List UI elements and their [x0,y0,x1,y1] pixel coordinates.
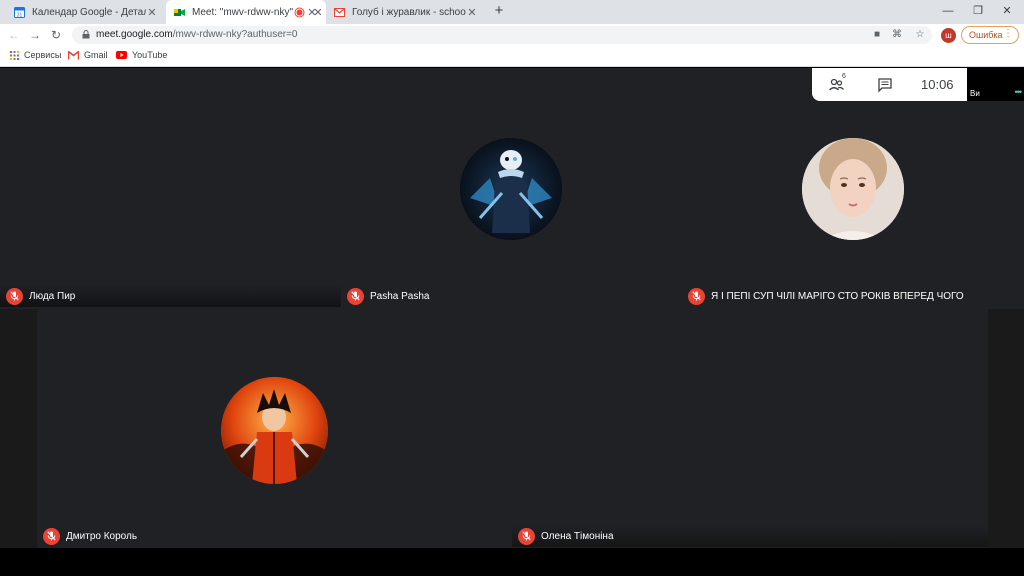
minimize-button[interactable]: — [931,0,965,24]
new-tab-button[interactable]: + [490,2,508,20]
participant-label: Я І ПЕПІ СУП ЧІЛІ МАРІГО СТО РОКІВ ВПЕРЕ… [682,285,1024,307]
tab-gmail[interactable]: Голуб і журавлик - schoolnextw ✕ [326,0,486,24]
close-tab-icon[interactable]: ✕ [312,6,324,19]
participant-label: Дмитро Король [37,525,512,547]
youtube-icon [116,51,127,59]
url-path: /mwv-rdww-nky?authuser=0 [172,29,298,40]
participant-name: Дмитро Король [66,530,138,542]
participant-label: Люда Пир [0,285,341,307]
gmail-icon [68,50,79,59]
close-tab-icon[interactable]: ✕ [466,6,478,19]
tab-title: Календар Google - Деталі події [32,6,146,18]
svg-text:31: 31 [17,12,23,18]
participant-label: Олена Тімоніна [512,525,988,547]
avatar [802,138,904,240]
profile-avatar[interactable]: ш [941,28,956,43]
audio-activity-icon: ••• [1014,87,1023,97]
self-view-tile[interactable]: Ви ••• [967,68,1024,101]
browser-tabstrip: 31 Календар Google - Деталі події ✕ Meet… [0,0,1024,24]
bookmark-services[interactable]: Сервисы [10,50,61,60]
participant-tile[interactable]: Дмитро Король [37,309,512,548]
back-button[interactable]: ← [5,27,23,43]
error-button[interactable]: Ошибка ⋮ [961,26,1019,44]
participant-count-badge: 6 [842,73,846,80]
tab-title: Голуб і журавлик - schoolnextw [352,6,466,18]
participant-name: Я І ПЕПІ СУП ЧІЛІ МАРІГО СТО РОКІВ ВПЕРЕ… [711,290,964,302]
recording-icon [294,7,305,17]
participant-tile[interactable]: Олена Тімоніна [512,309,988,548]
mic-off-icon [43,527,60,545]
participants-button[interactable]: 6 [828,73,846,94]
bookmark-label: YouTube [132,50,168,60]
chat-button[interactable] [876,76,894,94]
url-host: meet.google.com [96,29,173,40]
forward-button[interactable]: → [26,27,44,43]
mic-off-icon [518,527,535,545]
bookmark-gmail[interactable]: Gmail [68,50,108,60]
calendar-icon: 31 [14,6,25,18]
close-tab-icon[interactable]: ✕ [146,6,158,19]
close-window-button[interactable]: ✕ [990,0,1024,24]
lock-icon [82,30,90,39]
bookmarks-bar: Сервисы Gmail YouTube [0,46,1024,67]
tab-calendar[interactable]: 31 Календар Google - Деталі події ✕ [6,0,166,24]
meet-icon [174,8,185,16]
camera-icon[interactable]: ■ [870,28,884,42]
translate-icon[interactable]: ⌘ [890,28,904,42]
url-text: meet.google.com/mwv-rdww-nky?authuser=0 [96,29,297,40]
participant-tile[interactable]: Люда Пир [0,68,341,309]
reload-button[interactable]: ↻ [47,27,65,43]
apps-grid-icon [10,50,19,60]
participant-name: Люда Пир [29,290,76,302]
participant-name: Олена Тімоніна [541,530,614,542]
participant-tile[interactable]: Pasha Pasha [341,68,682,309]
grid-gutter-right [988,309,1024,548]
bottom-bar [0,548,1024,576]
mic-off-icon [347,287,364,305]
person-photo-avatar-icon [802,138,904,240]
star-icon[interactable]: ☆ [913,28,927,42]
meeting-clock: 10:06 [921,77,954,92]
participant-name: Pasha Pasha [370,290,430,302]
self-label: Ви [970,89,980,98]
browser-toolbar: ← → ↻ meet.google.com/mwv-rdww-nky?authu… [0,24,1024,46]
bookmark-youtube[interactable]: YouTube [116,50,167,60]
bookmark-label: Сервисы [24,50,62,60]
error-label: Ошибка [969,30,1003,40]
address-bar[interactable]: meet.google.com/mwv-rdww-nky?authuser=0 … [72,26,932,44]
skeleton-character-avatar-icon [460,138,562,240]
mic-off-icon [6,287,23,305]
gmail-icon [334,7,345,17]
bookmark-label: Gmail [84,50,108,60]
tab-recording[interactable]: ✕ [286,0,326,24]
avatar [221,377,328,484]
chat-icon [878,78,892,93]
anime-character-avatar-icon [221,377,328,484]
participant-tile[interactable]: Я І ПЕПІ СУП ЧІЛІ МАРІГО СТО РОКІВ ВПЕРЕ… [682,68,1024,309]
grid-gutter-left [0,309,37,548]
kebab-menu-icon: ⋮ [1003,28,1013,39]
participant-label: Pasha Pasha [341,285,682,307]
avatar [460,138,562,240]
mic-off-icon [688,287,705,305]
meeting-grid: Люда Пир Pasha Pasha Я І ПЕПІ СУП ЧІЛІ М… [0,68,1024,576]
